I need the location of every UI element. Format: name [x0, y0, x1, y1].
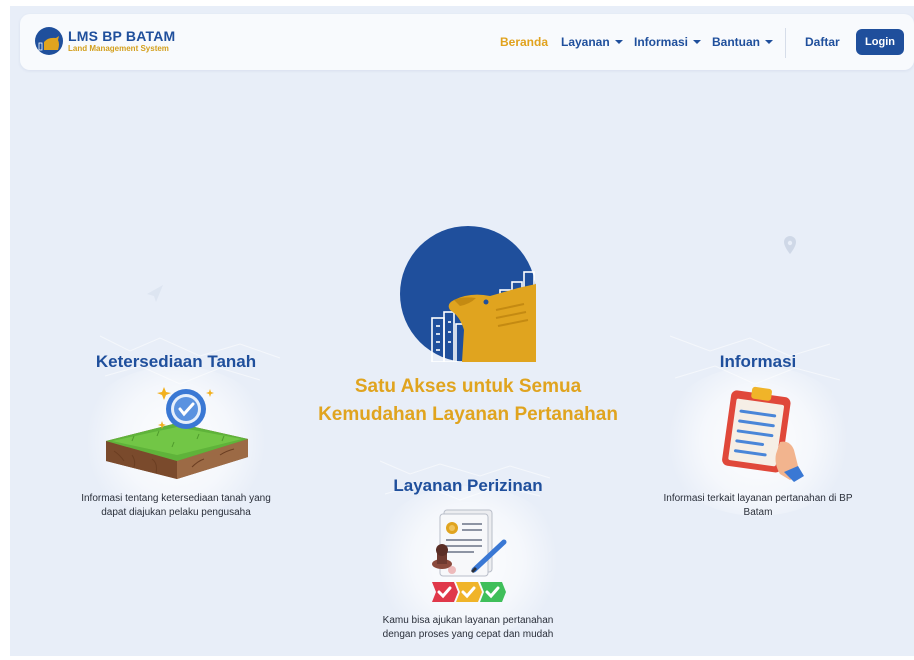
clipboard-icon[interactable]	[714, 384, 806, 484]
brand-subtitle: Land Management System	[68, 43, 169, 53]
map-pin-icon	[784, 236, 796, 254]
card-info-desc-line1: Informasi terkait layanan pertanahan di …	[663, 493, 853, 504]
nav-informasi-label: Informasi	[634, 35, 689, 49]
card-land-desc-line1: Informasi tentang ketersediaan tanah yan…	[81, 493, 271, 504]
bp-batam-logo-icon	[35, 27, 63, 55]
nav-register-wrap: Daftar	[805, 14, 840, 70]
card-permit-title[interactable]: Layanan Perizinan	[368, 476, 568, 496]
nav-layanan-wrap: Layanan	[561, 14, 623, 70]
brand-title: LMS BP BATAM	[68, 27, 176, 44]
paper-plane-icon	[147, 285, 163, 302]
hero-tagline: Satu Akses untuk Semua Kemudahan Layanan…	[290, 373, 646, 429]
nav-layanan-label: Layanan	[561, 35, 610, 49]
register-link[interactable]: Daftar	[805, 35, 840, 49]
bp-batam-hero-logo-icon	[400, 226, 536, 362]
hero-tagline-line2: Kemudahan Layanan Pertanahan	[318, 404, 618, 425]
nav-bantuan-wrap: Bantuan	[712, 14, 773, 70]
nav-bantuan-label: Bantuan	[712, 35, 760, 49]
card-permit-desc-line1: Kamu bisa ajukan layanan pertanahan	[382, 615, 554, 626]
chevron-down-icon	[693, 40, 702, 44]
nav-beranda-wrap: Beranda	[500, 14, 548, 70]
navbar: LMS BP BATAM Land Management System Bera…	[20, 14, 914, 70]
nav-beranda[interactable]: Beranda	[500, 35, 548, 49]
nav-bantuan[interactable]: Bantuan	[712, 35, 773, 49]
hero-tagline-line1: Satu Akses untuk Semua	[354, 376, 582, 397]
land-plot-badge-icon[interactable]	[102, 381, 252, 491]
brand[interactable]: LMS BP BATAM Land Management System	[34, 26, 175, 56]
card-permit-description: Kamu bisa ajukan layanan pertanahan deng…	[358, 614, 578, 642]
card-info-description: Informasi terkait layanan pertanahan di …	[648, 492, 868, 520]
card-land-description: Informasi tentang ketersediaan tanah yan…	[66, 492, 286, 520]
chevron-down-icon	[614, 40, 623, 44]
card-permit-desc-line2: dengan proses yang cepat dan mudah	[382, 629, 554, 640]
page-background: LMS BP BATAM Land Management System Bera…	[10, 6, 914, 656]
nav-layanan[interactable]: Layanan	[561, 35, 623, 49]
chevron-down-icon	[765, 40, 773, 44]
card-info-title[interactable]: Informasi	[658, 352, 858, 372]
permit-document-icon[interactable]	[422, 506, 514, 604]
card-land-desc-line2: dapat diajukan pelaku pengusaha	[101, 507, 251, 518]
card-land-title[interactable]: Ketersediaan Tanah	[76, 352, 276, 372]
login-button[interactable]: Login	[856, 29, 904, 55]
nav-informasi-wrap: Informasi	[634, 14, 702, 70]
nav-informasi[interactable]: Informasi	[634, 35, 702, 49]
nav-divider	[785, 28, 786, 58]
card-info-desc-line2: Batam	[743, 507, 773, 518]
